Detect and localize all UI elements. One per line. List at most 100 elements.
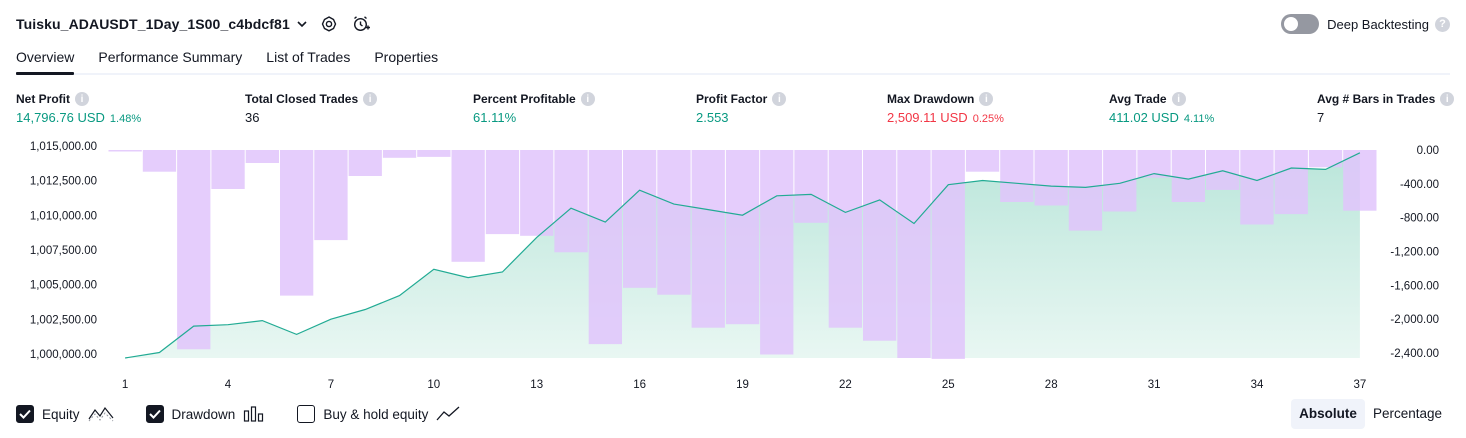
metrics-row: Net Profit i 14,796.76 USD 1.48% Total Clo…: [16, 92, 1455, 132]
x-axis: 1 4 7 10 13 16 19 22 25 28 31 34 37: [122, 379, 1366, 391]
drawdown-bar[interactable]: [348, 150, 382, 176]
equity-label: Equity: [42, 406, 80, 422]
settings-icon[interactable]: [320, 15, 338, 33]
drawdown-bar[interactable]: [417, 150, 451, 157]
drawdown-bar[interactable]: [177, 150, 211, 350]
metric-avg-bars: Avg # Bars in Trades i 7: [1317, 92, 1455, 125]
toggle-knob: [1284, 17, 1299, 31]
drawdown-bar[interactable]: [108, 150, 142, 152]
drawdown-bar[interactable]: [314, 150, 348, 241]
drawdown-bar[interactable]: [828, 150, 862, 328]
drawdown-bar[interactable]: [760, 150, 794, 355]
drawdown-bar[interactable]: [1068, 150, 1103, 231]
drawdown-bar[interactable]: [1240, 150, 1274, 225]
tab-list-of-trades[interactable]: List of Trades: [266, 44, 350, 73]
info-icon[interactable]: i: [1171, 92, 1186, 106]
drawdown-bar[interactable]: [863, 150, 897, 341]
metric-max-drawdown: Max Drawdown i 2,509.11 USD 0.25%: [887, 92, 1004, 125]
info-icon[interactable]: i: [75, 92, 89, 106]
drawdown-bar[interactable]: [623, 150, 657, 288]
tab-properties[interactable]: Properties: [374, 44, 438, 73]
drawdown-bar[interactable]: [1274, 150, 1308, 215]
drawdown-bar[interactable]: [1000, 150, 1034, 202]
percentage-button[interactable]: Percentage: [1365, 399, 1450, 429]
metric-value: 411.02 USD: [1109, 110, 1179, 125]
drawdown-bar[interactable]: [965, 150, 1000, 172]
help-icon[interactable]: ?: [1435, 16, 1450, 32]
legend-buy-hold[interactable]: Buy & hold equity: [297, 405, 460, 423]
right-axis-tick: -1,200.00: [1390, 247, 1439, 259]
x-axis-tick: 10: [427, 379, 440, 391]
drawdown-bar[interactable]: [1206, 150, 1240, 190]
right-axis-tick: -1,600.00: [1390, 280, 1439, 292]
equity-checkbox[interactable]: [16, 405, 34, 423]
metric-label: Net Profit: [16, 92, 70, 106]
drawdown-bar[interactable]: [1103, 150, 1137, 212]
metric-percent: 4.11%: [1183, 113, 1215, 125]
metric-net-profit: Net Profit i 14,796.76 USD 1.48%: [16, 92, 141, 125]
x-axis-tick: 19: [736, 379, 749, 391]
legend-drawdown[interactable]: Drawdown: [145, 405, 266, 423]
tab-performance-summary[interactable]: Performance Summary: [98, 44, 242, 73]
legend-equity[interactable]: Equity: [16, 405, 114, 423]
drawdown-bar[interactable]: [142, 150, 177, 172]
drawdown-bar[interactable]: [691, 150, 725, 328]
buy-hold-line-icon: [436, 405, 460, 423]
info-icon[interactable]: i: [363, 92, 378, 106]
drawdown-bar[interactable]: [451, 150, 485, 262]
right-axis-tick: -2,000.00: [1390, 314, 1439, 326]
left-axis-tick: 1,000,000.00: [30, 349, 97, 361]
drawdown-bar[interactable]: [554, 150, 588, 253]
chevron-down-icon[interactable]: [296, 18, 308, 30]
equity-line-icon: [88, 405, 114, 423]
info-icon[interactable]: i: [580, 92, 595, 106]
drawdown-label: Drawdown: [171, 406, 236, 422]
right-axis-tick: -800.00: [1400, 213, 1439, 225]
metric-percent-profitable: Percent Profitable i 61.11%: [473, 92, 595, 125]
drawdown-bar[interactable]: [1034, 150, 1068, 206]
tab-overview[interactable]: Overview: [16, 44, 75, 75]
metric-avg-trade: Avg Trade i 411.02 USD 4.11%: [1109, 92, 1214, 125]
drawdown-bar[interactable]: [245, 150, 279, 163]
drawdown-bar[interactable]: [485, 150, 520, 235]
metric-label: Avg # Bars in Trades: [1317, 92, 1436, 106]
drawdown-bar[interactable]: [588, 150, 622, 345]
metric-value: 2.553: [696, 110, 729, 125]
drawdown-bar[interactable]: [382, 150, 417, 158]
left-axis-tick: 1,007,500.00: [30, 245, 97, 257]
info-icon[interactable]: i: [772, 92, 787, 106]
drawdown-bar[interactable]: [211, 150, 245, 189]
right-axis-tick: -2,400.00: [1390, 348, 1439, 360]
absolute-button[interactable]: Absolute: [1291, 399, 1365, 429]
drawdown-bars-icon: [243, 405, 265, 423]
left-axis-tick: 1,005,000.00: [30, 280, 97, 292]
metric-label: Percent Profitable: [473, 92, 576, 106]
report-tabs: Overview Performance Summary List of Tra…: [16, 44, 1450, 75]
x-axis-tick: 7: [328, 379, 334, 391]
metric-value: 14,796.76 USD: [16, 110, 105, 125]
drawdown-bar[interactable]: [931, 150, 965, 359]
metric-value: 7: [1317, 110, 1325, 125]
drawdown-bar[interactable]: [520, 150, 554, 236]
equity-drawdown-chart[interactable]: 1,015,000.00 1,012,500.00 1,010,000.00 1,00…: [0, 138, 1466, 396]
metric-value: 36: [245, 110, 260, 125]
drawdown-bar[interactable]: [1308, 150, 1343, 168]
drawdown-bar[interactable]: [725, 150, 760, 325]
add-alert-icon[interactable]: [352, 15, 370, 33]
drawdown-bar[interactable]: [280, 150, 314, 296]
x-axis-tick: 22: [839, 379, 852, 391]
metric-label: Max Drawdown: [887, 92, 975, 106]
drawdown-bar[interactable]: [794, 150, 828, 223]
deep-backtesting-toggle[interactable]: [1281, 14, 1320, 34]
metric-total-closed-trades: Total Closed Trades i 36: [245, 92, 378, 125]
info-icon[interactable]: i: [979, 92, 994, 106]
buy-hold-checkbox[interactable]: [297, 405, 316, 423]
info-icon[interactable]: i: [1440, 92, 1455, 106]
drawdown-checkbox[interactable]: [145, 405, 164, 423]
drawdown-bar[interactable]: [897, 150, 931, 358]
metric-label: Total Closed Trades: [245, 92, 359, 106]
strategy-name[interactable]: Tuisku_ADAUSDT_1Day_1S00_c4bdcf81: [16, 16, 290, 32]
metric-value: 61.11%: [473, 110, 517, 125]
drawdown-bar[interactable]: [657, 150, 691, 295]
metric-value: 2,509.11 USD: [887, 110, 968, 125]
